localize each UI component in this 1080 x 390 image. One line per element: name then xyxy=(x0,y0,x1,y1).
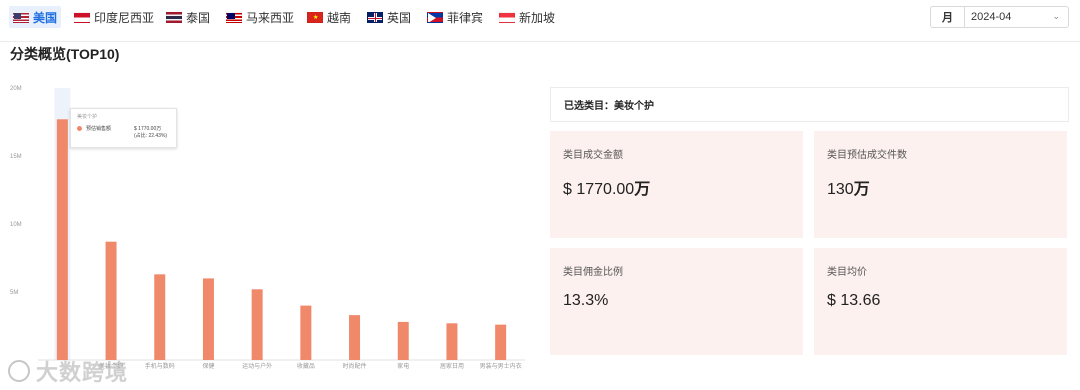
y-tick-label: 15M xyxy=(10,154,22,160)
stat-label: 类目佣金比例 xyxy=(563,267,623,278)
tooltip-title: 美妆个护 xyxy=(77,114,98,120)
stat-unit: 万 xyxy=(853,181,870,198)
period-value: 2024-04 xyxy=(971,11,1012,23)
x-tick-label: 男装与男士内衣 xyxy=(480,362,522,370)
country-label: 菲律宾 xyxy=(447,10,484,25)
country-label: 泰国 xyxy=(186,10,211,25)
period-select[interactable]: 2024-04 ⌄ xyxy=(964,6,1069,28)
stat-card-units: 类目预估成交件数 130万 xyxy=(814,131,1067,238)
thailand-flag-icon xyxy=(166,11,182,23)
x-tick-label: 收藏品 xyxy=(297,362,315,370)
chart-bar[interactable] xyxy=(105,241,117,360)
period-type-button[interactable]: 月 xyxy=(930,6,964,28)
watermark-logo: 大数跨境 xyxy=(8,355,128,387)
stat-card-avg-price: 类目均价 $ 13.66 xyxy=(814,248,1067,355)
country-tab-malaysia[interactable]: 马来西亚 xyxy=(222,6,298,28)
uk-flag-icon xyxy=(367,11,383,23)
country-label: 新加坡 xyxy=(519,10,556,25)
chart-bar[interactable] xyxy=(154,274,166,360)
chart-bar[interactable] xyxy=(349,315,361,360)
section-title: 分类概览(TOP10) xyxy=(10,46,120,62)
stat-value: $ 13.66 xyxy=(827,292,881,309)
stat-label: 类目预估成交件数 xyxy=(827,150,907,161)
tooltip-series-dot xyxy=(77,126,82,131)
country-tab-singapore[interactable]: 新加坡 xyxy=(495,6,559,28)
country-label: 马来西亚 xyxy=(246,10,295,25)
chart-bar[interactable] xyxy=(446,323,458,360)
us-flag-icon xyxy=(13,11,29,23)
stat-value: $ 1770.00 xyxy=(563,181,635,198)
stat-label: 类目均价 xyxy=(827,267,867,278)
y-tick-label: 5M xyxy=(10,290,18,296)
chart-bar[interactable] xyxy=(397,321,409,360)
chevron-down-icon: ⌄ xyxy=(1052,11,1060,21)
tooltip-value: $ 1770.00万 xyxy=(134,126,162,132)
stat-value: 13.3% xyxy=(563,292,609,309)
stat-card-commission: 类目佣金比例 13.3% xyxy=(550,248,803,355)
chart-tooltip: 美妆个护 预估销售额 $ 1770.00万 (占比: 22.43%) xyxy=(70,108,177,148)
country-label: 越南 xyxy=(327,10,352,25)
stat-card-gmv: 类目成交金额 $ 1770.00万 xyxy=(550,131,803,238)
indonesia-flag-icon xyxy=(74,11,90,23)
country-tab-vietnam[interactable]: ★ 越南 xyxy=(303,6,355,28)
y-tick-label: 20M xyxy=(10,86,22,92)
y-tick-label: 10M xyxy=(10,222,22,228)
logo-icon xyxy=(8,360,30,382)
x-tick-label: 居家日用 xyxy=(440,362,464,370)
stat-unit: 万 xyxy=(634,181,651,198)
country-tab-uk[interactable]: 英国 xyxy=(363,6,415,28)
country-tab-indonesia[interactable]: 印度尼西亚 xyxy=(70,6,158,28)
tooltip-share: (占比: 22.43%) xyxy=(134,133,168,139)
x-tick-label: 家电 xyxy=(397,362,409,370)
country-label: 印度尼西亚 xyxy=(94,10,155,25)
chart-bar[interactable] xyxy=(56,119,68,360)
chart-bar[interactable] xyxy=(251,289,263,360)
x-tick-label: 保健 xyxy=(202,362,214,370)
country-tab-us[interactable]: 美国 xyxy=(9,6,62,28)
x-tick-label: 手机与数码 xyxy=(145,362,175,370)
country-label: 美国 xyxy=(33,10,58,25)
chart-bar[interactable] xyxy=(202,278,214,360)
philippines-flag-icon xyxy=(427,11,443,23)
stat-value: 130 xyxy=(827,181,854,198)
chart-bar[interactable] xyxy=(495,324,507,360)
country-tab-bar: 美国 印度尼西亚 泰国 马来西亚 ★ 越南 英国 菲律宾 新加坡 月 2024-… xyxy=(0,0,1080,42)
selected-category-label: 已选类目：美妆个护 xyxy=(550,87,1069,122)
x-tick-label: 时尚配件 xyxy=(343,362,367,370)
x-tick-label: 运动与户外 xyxy=(242,362,272,370)
malaysia-flag-icon xyxy=(226,11,242,23)
vietnam-flag-icon: ★ xyxy=(307,11,323,23)
stat-label: 类目成交金额 xyxy=(563,150,623,161)
chart-bar[interactable] xyxy=(300,305,312,360)
country-label: 英国 xyxy=(387,10,412,25)
tooltip-series-label: 预估销售额 xyxy=(86,126,112,132)
country-tab-thailand[interactable]: 泰国 xyxy=(162,6,214,28)
singapore-flag-icon xyxy=(499,11,515,23)
country-tab-philippines[interactable]: 菲律宾 xyxy=(423,6,487,28)
watermark-text: 大数跨境 xyxy=(36,360,129,385)
